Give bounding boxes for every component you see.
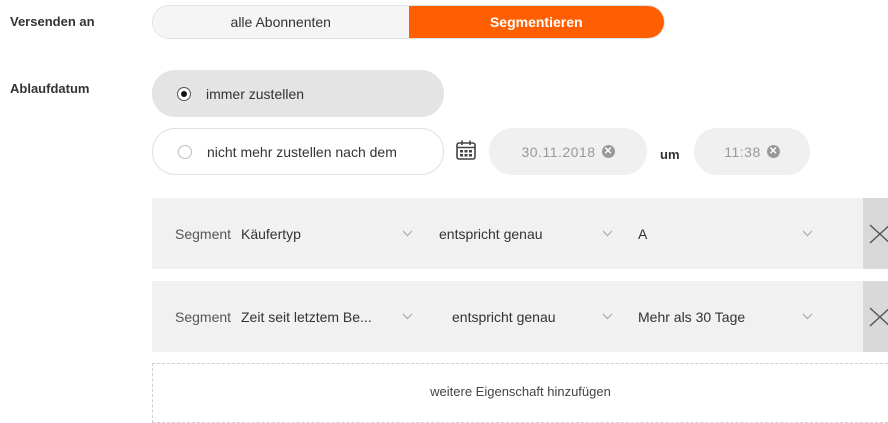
segment-label: Segment	[175, 308, 232, 325]
radio-selected-icon	[177, 86, 191, 101]
chevron-down-icon[interactable]	[802, 281, 813, 352]
segment-row: Segment Zeit seit letztem Be... entspric…	[152, 281, 888, 352]
expiry-label: Ablaufdatum	[10, 81, 90, 96]
send-to-label: Versenden an	[10, 14, 95, 29]
segment-option[interactable]: Segmentieren	[408, 6, 664, 38]
close-icon	[869, 306, 888, 327]
chevron-down-icon[interactable]	[602, 198, 613, 269]
radio-unselected-icon	[178, 144, 192, 159]
date-value: 30.11.2018	[521, 143, 596, 160]
segment-property-select[interactable]: Zeit seit letztem Be...	[241, 281, 372, 352]
segment-property-select[interactable]: Käufertyp	[241, 198, 301, 269]
remove-segment-button[interactable]	[863, 281, 888, 352]
add-property-label: weitere Eigenschaft hinzufügen	[430, 384, 611, 399]
segment-value-select[interactable]: Mehr als 30 Tage	[638, 281, 745, 352]
segment-value-select[interactable]: A	[638, 198, 647, 269]
clear-icon[interactable]: ✕	[601, 145, 615, 158]
time-field[interactable]: 11:38 ✕	[694, 128, 810, 175]
segment-label: Segment	[175, 225, 232, 242]
at-label: um	[660, 147, 680, 162]
calendar-icon[interactable]	[455, 139, 477, 161]
always-deliver-label: immer zustellen	[206, 85, 305, 102]
always-deliver-option[interactable]: immer zustellen	[152, 70, 444, 117]
segment-operator-select[interactable]: entspricht genau	[439, 198, 543, 269]
chevron-down-icon[interactable]	[402, 198, 413, 269]
segment-row: Segment Käufertyp entspricht genau A	[152, 198, 888, 269]
chevron-down-icon[interactable]	[602, 281, 613, 352]
segment-operator-select[interactable]: entspricht genau	[452, 281, 556, 352]
close-icon	[869, 223, 888, 244]
add-property-button[interactable]: weitere Eigenschaft hinzufügen	[152, 363, 888, 423]
time-value: 11:38	[724, 143, 761, 160]
clear-icon[interactable]: ✕	[766, 145, 780, 158]
deliver-until-label: nicht mehr zustellen nach dem	[207, 143, 397, 160]
send-to-toggle: alle Abonnenten Segmentieren	[152, 5, 665, 39]
deliver-until-option[interactable]: nicht mehr zustellen nach dem	[152, 128, 444, 175]
all-subscribers-option[interactable]: alle Abonnenten	[153, 6, 409, 38]
chevron-down-icon[interactable]	[802, 198, 813, 269]
remove-segment-button[interactable]	[863, 198, 888, 269]
date-field[interactable]: 30.11.2018 ✕	[489, 128, 647, 175]
chevron-down-icon[interactable]	[402, 281, 413, 352]
